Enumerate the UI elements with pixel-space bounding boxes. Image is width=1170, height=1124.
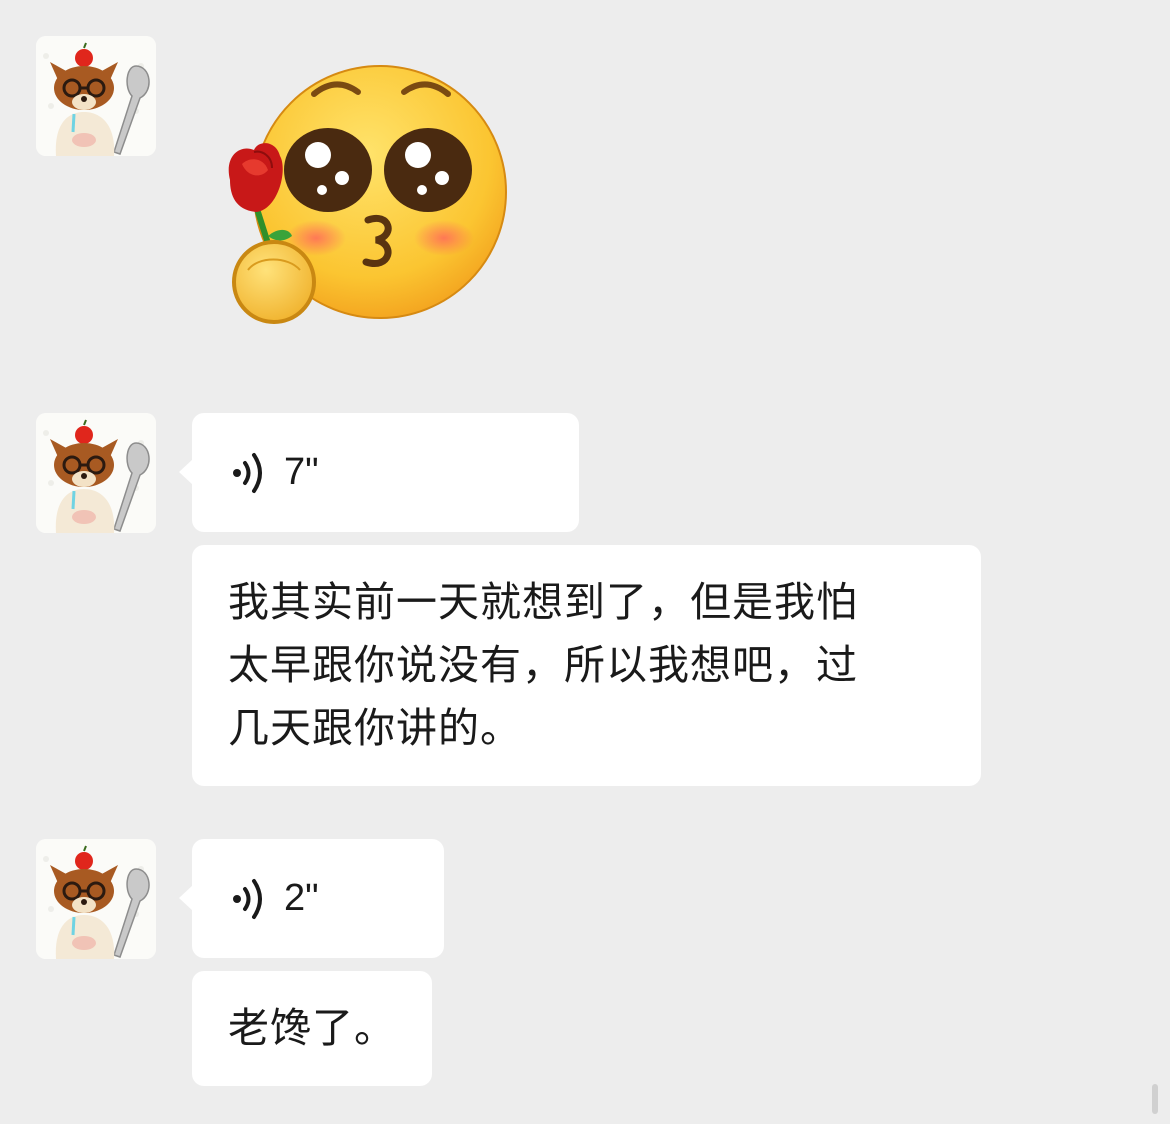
- voice-duration: 2": [284, 877, 319, 919]
- text-message[interactable]: 老馋了。: [192, 971, 432, 1086]
- voice-duration: 7": [284, 451, 319, 493]
- fox-avatar-icon: [36, 413, 156, 533]
- contact-avatar[interactable]: [36, 413, 156, 533]
- voice-message[interactable]: 7": [179, 413, 579, 532]
- fox-avatar-icon: [36, 36, 156, 156]
- fox-avatar-icon: [36, 839, 156, 959]
- blushing-face-with-rose-icon: [228, 65, 507, 324]
- voice-wave-icon: [233, 452, 262, 493]
- contact-avatar[interactable]: [36, 839, 156, 959]
- scrollbar[interactable]: [1152, 1084, 1158, 1114]
- voice-wave-icon: [233, 878, 262, 919]
- sticker-message[interactable]: [218, 60, 518, 332]
- voice-message[interactable]: 2": [179, 839, 444, 958]
- contact-avatar[interactable]: [36, 36, 156, 156]
- text-message[interactable]: 我其实前一天就想到了，但是我怕 太早跟你说没有，所以我想吧，过 几天跟你讲的。: [192, 545, 981, 786]
